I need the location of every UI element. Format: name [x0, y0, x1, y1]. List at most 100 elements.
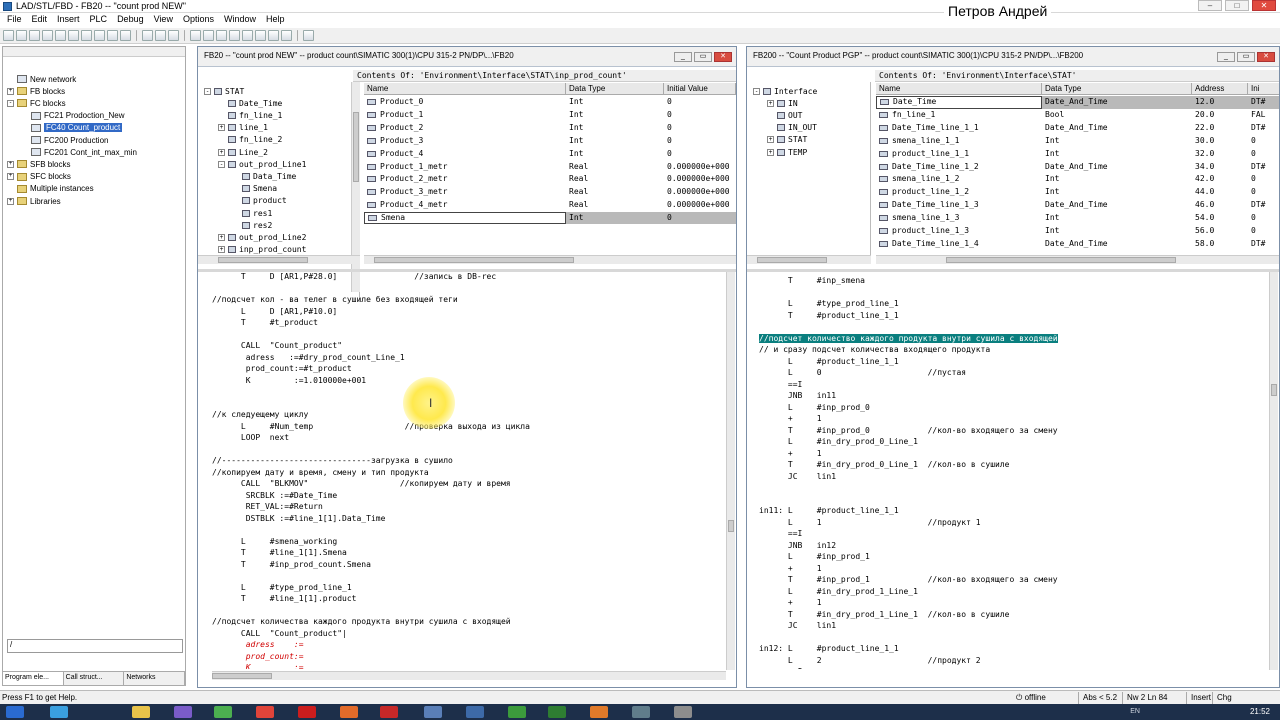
fb20-tree-item[interactable]: product [232, 195, 287, 207]
fb20-code-line[interactable] [212, 329, 722, 341]
explorer-item[interactable]: FC201 Cont_int_max_min [21, 146, 137, 158]
fb200-code-line[interactable]: JC lin1 [759, 620, 1269, 632]
fb20-code-line[interactable]: CALL "Count_product" [212, 340, 722, 352]
toolbar-window4-icon[interactable] [229, 30, 240, 41]
opera-icon[interactable] [298, 706, 316, 718]
fb200-code-line[interactable] [759, 321, 1269, 333]
fb20-code-line[interactable] [212, 605, 722, 617]
fb20-code-line[interactable]: //подсчет кол - ва телег в сушиле без вх… [212, 294, 722, 306]
fb200-code-line[interactable]: L 2 //продукт 2 [759, 655, 1269, 667]
expander-icon[interactable]: - [7, 99, 14, 107]
fb200-table-cell[interactable]: 42.0 [1192, 173, 1248, 186]
app-icon-6[interactable] [548, 706, 566, 718]
explorer-item[interactable]: FC40 Count_product [21, 122, 123, 134]
fb200-table-cell[interactable]: Date_And_Time [1042, 96, 1192, 109]
fb200-table-cell[interactable]: 0 [1248, 212, 1279, 225]
fb20-code-line[interactable]: K := [212, 662, 722, 669]
fb200-table-cell[interactable]: Date_Time_line_1_2 [876, 160, 1042, 173]
fb200-code-line[interactable]: ==I [759, 528, 1269, 540]
fb20-table-cell[interactable]: Product_3 [364, 135, 566, 148]
fb200-table-hscroll-thumb[interactable] [946, 257, 1176, 263]
fb200-table-cell[interactable]: 32.0 [1192, 147, 1248, 160]
fb200-table-row[interactable]: product_line_1_2 Int 44.0 0 [876, 186, 1279, 199]
fb200-table-cell[interactable]: Date_And_Time [1042, 122, 1192, 135]
toolbar-window2-icon[interactable] [203, 30, 214, 41]
fb20-code-line[interactable]: L D [AR1,P#10.0] [212, 306, 722, 318]
fb200-table-cell[interactable]: smena_line_1_4 [876, 250, 1042, 253]
fb20-table-cell[interactable]: Product_2 [364, 122, 566, 135]
fb20-tree-item[interactable]: - out_prod_Line1 [218, 158, 306, 170]
fb200-code-line[interactable]: in12: L #product_line_1_1 [759, 643, 1269, 655]
fb20-table-row[interactable]: Product_1_metr Real 0.000000e+000 [364, 160, 736, 173]
menu-help[interactable]: Help [261, 13, 290, 27]
fb20-code-line[interactable]: T D [AR1,P#28.0] //запись в DB-rec [212, 271, 722, 283]
app-icon-3[interactable] [380, 706, 398, 718]
fb20-table-cell[interactable]: Product_4_metr [364, 199, 566, 212]
fb20-stl-code[interactable]: T D [AR1,P#28.0] //запись в DB-rec //подс… [212, 271, 722, 669]
fb200-code-line[interactable]: + 1 [759, 563, 1269, 575]
fb200-table-cell[interactable]: 0 [1248, 186, 1279, 199]
fb20-table-cell[interactable]: Product_4 [364, 147, 566, 160]
fb20-code-line[interactable]: prod_count:=#t_product [212, 363, 722, 375]
fb200-table-row[interactable]: Date_Time_line_1_2 Date_And_Time 34.0 DT# [876, 160, 1279, 173]
fb20-column-header[interactable]: Initial Value [664, 83, 736, 94]
toolbar-cut-icon[interactable] [68, 30, 79, 41]
menu-insert[interactable]: Insert [52, 13, 85, 27]
fb20-code-line[interactable] [212, 570, 722, 582]
fb20-code-line[interactable]: CALL "Count_product"| [212, 628, 722, 640]
fb200-table-cell[interactable]: 54.0 [1192, 212, 1248, 225]
fb200-table-cell[interactable]: smena_line_1_3 [876, 212, 1042, 225]
fb200-code-line[interactable]: in11: L #product_line_1_1 [759, 505, 1269, 517]
fb200-code-line[interactable]: + 1 [759, 597, 1269, 609]
fb200-table-cell[interactable]: Int [1042, 147, 1192, 160]
fb20-table-cell[interactable]: 0 [664, 135, 736, 148]
fb20-tree-item[interactable]: fn_line_2 [218, 134, 282, 146]
explorer-filter-input[interactable]: / [7, 639, 183, 653]
menu-file[interactable]: File [2, 13, 27, 27]
fb20-code-line[interactable] [212, 283, 722, 295]
explorer-item[interactable]: + FB blocks [7, 85, 65, 97]
fb200-code-vscroll-thumb[interactable] [1271, 384, 1277, 396]
explorer-item[interactable]: - FC blocks [7, 97, 66, 109]
fb20-tree-item[interactable]: + Line_2 [218, 146, 268, 158]
menu-debug[interactable]: Debug [112, 13, 149, 27]
fb20-code-line[interactable] [212, 398, 722, 410]
fb20-table-cell[interactable]: Smena [364, 211, 566, 225]
toolbar-window8-icon[interactable] [281, 30, 292, 41]
fb20-tree-vscroll-thumb[interactable] [353, 112, 359, 182]
fb20-tree-item[interactable]: res1 [232, 207, 272, 219]
fb20-table-row[interactable]: Product_4 Int 0 [364, 147, 736, 160]
fb20-table-row[interactable]: Product_3_metr Real 0.000000e+000 [364, 186, 736, 199]
fb200-table-cell[interactable]: 0 [1248, 173, 1279, 186]
fb20-code-hscroll-thumb[interactable] [212, 673, 272, 679]
fb20-table-hscroll[interactable] [364, 255, 736, 264]
fb200-tree-item[interactable]: + STAT [767, 134, 807, 146]
chrome-icon[interactable] [256, 706, 274, 718]
fb20-code-line[interactable]: adress :=#dry_prod_count_Line_1 [212, 352, 722, 364]
fb200-table-row[interactable]: Date_Time_line_1_3 Date_And_Time 46.0 DT# [876, 199, 1279, 212]
expander-icon[interactable]: + [7, 160, 14, 168]
fb200-code-line[interactable]: // и сразу подсчет количества входящего … [759, 344, 1269, 356]
fb20-table-row[interactable]: Product_3 Int 0 [364, 135, 736, 148]
fb200-table-cell[interactable]: 22.0 [1192, 122, 1248, 135]
fb20-code-vscroll[interactable] [726, 272, 735, 670]
toolbar-window7-icon[interactable] [268, 30, 279, 41]
fb200-table-cell[interactable]: Date_Time [876, 96, 1042, 109]
fb200-code-line[interactable]: ==I [759, 666, 1269, 669]
fb20-code-line[interactable]: prod_count:= [212, 651, 722, 663]
fb200-table-cell[interactable]: DT# [1248, 96, 1279, 109]
fb20-table-cell[interactable]: Product_0 [364, 96, 566, 109]
fb200-table-cell[interactable]: FAL [1248, 109, 1279, 122]
fb200-code-line[interactable]: L 0 //пустая [759, 367, 1269, 379]
fb200-table-cell[interactable]: 44.0 [1192, 186, 1248, 199]
fb200-table-cell[interactable]: 20.0 [1192, 109, 1248, 122]
fb200-table-cell[interactable]: Int [1042, 212, 1192, 225]
expander-icon[interactable]: - [218, 160, 225, 168]
fb200-column-header[interactable]: Name [876, 83, 1042, 94]
fb200-table-cell[interactable]: Date_Time_line_1_3 [876, 199, 1042, 212]
fb200-column-header[interactable]: Data Type [1042, 83, 1192, 94]
app-icon-5[interactable] [466, 706, 484, 718]
fb20-code-vscroll-thumb[interactable] [728, 520, 734, 532]
maximize-button[interactable]: □ [1225, 0, 1249, 11]
fb20-minimize-button[interactable]: _ [674, 52, 692, 62]
